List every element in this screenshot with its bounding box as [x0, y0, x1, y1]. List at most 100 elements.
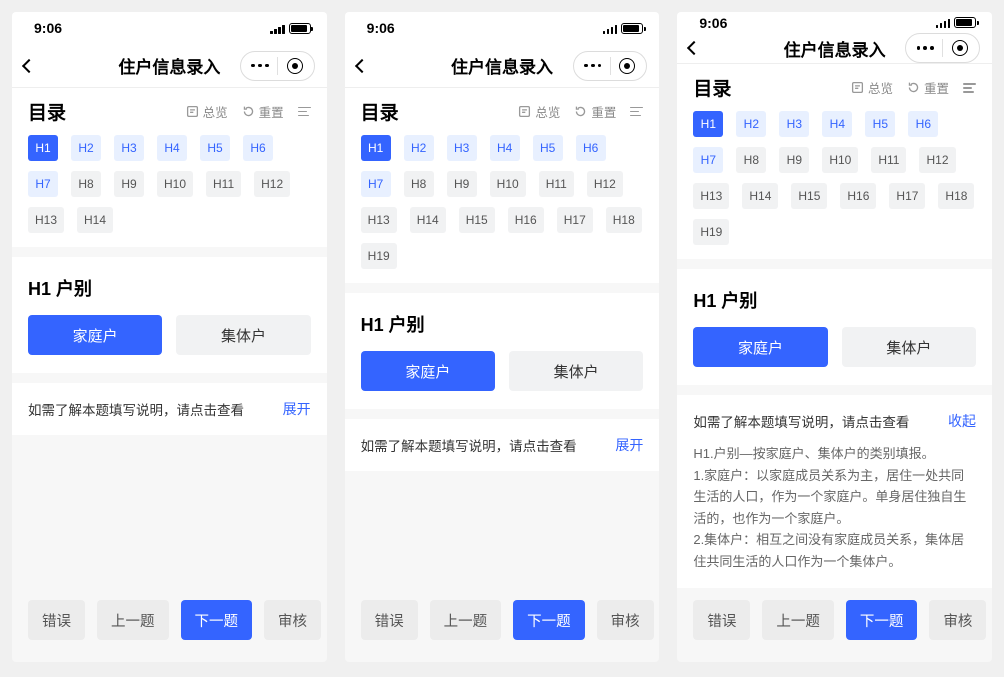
chip-h12[interactable]: H12 — [254, 171, 290, 197]
prev-button[interactable]: 上一题 — [97, 600, 169, 640]
chip-h9[interactable]: H9 — [779, 147, 809, 173]
phone-frame-1: 9:06 住户信息录入 目录 总览 重置 — [12, 12, 327, 662]
chip-h4[interactable]: H4 — [157, 135, 187, 161]
option-collective[interactable]: 集体户 — [842, 327, 976, 367]
next-button[interactable]: 下一题 — [513, 600, 585, 640]
chip-h8[interactable]: H8 — [736, 147, 766, 173]
prev-button[interactable]: 上一题 — [762, 600, 834, 640]
chip-h19[interactable]: H19 — [361, 243, 397, 269]
menu-button[interactable] — [576, 54, 610, 78]
audit-button[interactable]: 审核 — [929, 600, 986, 640]
prev-button[interactable]: 上一题 — [430, 600, 502, 640]
chip-h17[interactable]: H17 — [889, 183, 925, 209]
menu-button[interactable] — [243, 54, 277, 78]
chip-h14[interactable]: H14 — [742, 183, 778, 209]
back-button[interactable] — [357, 61, 367, 71]
chip-h3[interactable]: H3 — [447, 135, 477, 161]
option-family[interactable]: 家庭户 — [361, 351, 495, 391]
chip-h2[interactable]: H2 — [71, 135, 101, 161]
chip-h13[interactable]: H13 — [28, 207, 64, 233]
chip-h16[interactable]: H16 — [840, 183, 876, 209]
option-collective[interactable]: 集体户 — [176, 315, 310, 355]
help-prompt: 如需了解本题填写说明，请点击查看 — [693, 411, 909, 431]
chip-h17[interactable]: H17 — [557, 207, 593, 233]
help-expand-button[interactable]: 展开 — [283, 399, 311, 419]
chip-h13[interactable]: H13 — [693, 183, 729, 209]
chip-h6[interactable]: H6 — [908, 111, 938, 137]
help-line: 1.家庭户：以家庭成员关系为主，居住一处共同生活的人口，作为一个家庭户。单身居住… — [693, 465, 976, 529]
chip-h9[interactable]: H9 — [114, 171, 144, 197]
error-button[interactable]: 错误 — [28, 600, 85, 640]
list-toggle-button[interactable] — [298, 107, 311, 117]
chip-h12[interactable]: H12 — [587, 171, 623, 197]
chip-h18[interactable]: H18 — [606, 207, 642, 233]
battery-icon — [621, 23, 643, 34]
status-time: 9:06 — [699, 15, 727, 31]
help-collapse-button[interactable]: 收起 — [948, 411, 976, 431]
audit-button[interactable]: 审核 — [264, 600, 321, 640]
overview-button[interactable]: 总览 — [851, 78, 893, 97]
chip-h5[interactable]: H5 — [865, 111, 895, 137]
overview-button[interactable]: 总览 — [518, 102, 560, 121]
chip-h14[interactable]: H14 — [77, 207, 113, 233]
menu-button[interactable] — [908, 36, 942, 60]
help-expand-button[interactable]: 展开 — [615, 435, 643, 455]
error-button[interactable]: 错误 — [693, 600, 750, 640]
chip-h8[interactable]: H8 — [404, 171, 434, 197]
close-app-button[interactable] — [943, 36, 977, 60]
close-app-button[interactable] — [278, 54, 312, 78]
chip-h2[interactable]: H2 — [736, 111, 766, 137]
audit-button[interactable]: 审核 — [597, 600, 654, 640]
chip-h4[interactable]: H4 — [822, 111, 852, 137]
chip-h8[interactable]: H8 — [71, 171, 101, 197]
chip-h7[interactable]: H7 — [693, 147, 723, 173]
next-button[interactable]: 下一题 — [846, 600, 918, 640]
signal-icon — [936, 17, 951, 28]
chip-h10[interactable]: H10 — [157, 171, 193, 197]
chip-h2[interactable]: H2 — [404, 135, 434, 161]
chip-h11[interactable]: H11 — [539, 171, 574, 197]
chip-h1[interactable]: H1 — [693, 111, 723, 137]
chip-h3[interactable]: H3 — [779, 111, 809, 137]
list-toggle-button[interactable] — [963, 83, 976, 93]
chip-h6[interactable]: H6 — [243, 135, 273, 161]
error-button[interactable]: 错误 — [361, 600, 418, 640]
next-button[interactable]: 下一题 — [181, 600, 253, 640]
chip-h5[interactable]: H5 — [200, 135, 230, 161]
chip-h15[interactable]: H15 — [459, 207, 495, 233]
chip-h18[interactable]: H18 — [938, 183, 974, 209]
reset-button[interactable]: 重置 — [574, 102, 616, 121]
option-family[interactable]: 家庭户 — [693, 327, 827, 367]
chip-h1[interactable]: H1 — [361, 135, 391, 161]
chip-h3[interactable]: H3 — [114, 135, 144, 161]
back-button[interactable] — [24, 61, 34, 71]
chip-h10[interactable]: H10 — [822, 147, 858, 173]
chip-h11[interactable]: H11 — [871, 147, 906, 173]
chip-h7[interactable]: H7 — [361, 171, 391, 197]
chip-h1[interactable]: H1 — [28, 135, 58, 161]
chip-h15[interactable]: H15 — [791, 183, 827, 209]
chip-h4[interactable]: H4 — [490, 135, 520, 161]
option-collective[interactable]: 集体户 — [509, 351, 643, 391]
chip-h11[interactable]: H11 — [206, 171, 241, 197]
back-button[interactable] — [689, 43, 699, 53]
overview-button[interactable]: 总览 — [186, 102, 228, 121]
chip-h19[interactable]: H19 — [693, 219, 729, 245]
catalog-title: 目录 — [28, 98, 66, 125]
option-family[interactable]: 家庭户 — [28, 315, 162, 355]
chip-h5[interactable]: H5 — [533, 135, 563, 161]
chip-h6[interactable]: H6 — [576, 135, 606, 161]
chip-h10[interactable]: H10 — [490, 171, 526, 197]
chip-h9[interactable]: H9 — [447, 171, 477, 197]
status-bar: 9:06 — [12, 12, 327, 44]
chip-h12[interactable]: H12 — [919, 147, 955, 173]
reset-button[interactable]: 重置 — [242, 102, 284, 121]
list-toggle-button[interactable] — [630, 107, 643, 117]
close-app-button[interactable] — [610, 54, 644, 78]
chip-h16[interactable]: H16 — [508, 207, 544, 233]
reset-button[interactable]: 重置 — [907, 78, 949, 97]
chip-h14[interactable]: H14 — [410, 207, 446, 233]
chip-h7[interactable]: H7 — [28, 171, 58, 197]
chip-h13[interactable]: H13 — [361, 207, 397, 233]
more-icon — [917, 46, 934, 50]
